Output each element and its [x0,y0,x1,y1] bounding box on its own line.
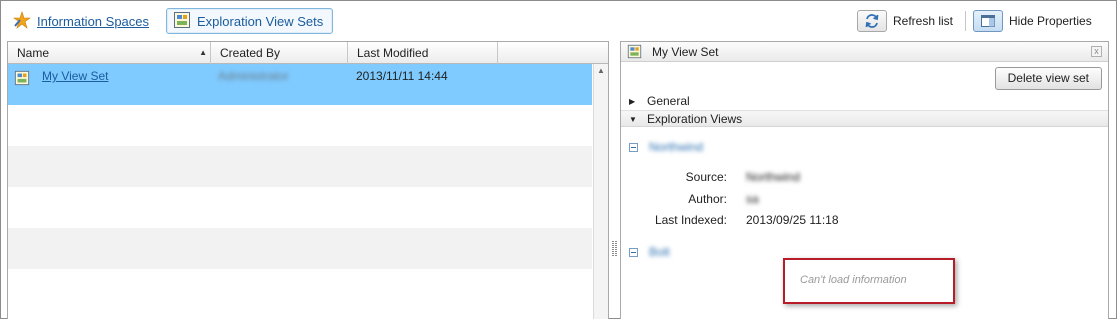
author-value: sa [746,192,759,206]
information-spaces-label[interactable]: Information Spaces [37,14,149,29]
table-row[interactable]: My View Set Administrator 2013/11/11 14:… [8,64,592,105]
minus-box-icon[interactable] [629,248,638,257]
scroll-up-icon[interactable]: ▲ [597,66,605,75]
refresh-list-button[interactable]: Refresh list [857,9,953,33]
last-modified-cell: 2013/11/11 14:44 [356,69,448,83]
exploration-view-sets-label: Exploration View Sets [197,13,324,29]
exploration-views-section-label: Exploration Views [647,112,743,126]
view-set-icon [14,70,30,89]
table-row [8,228,592,269]
view-set-name-link[interactable]: My View Set [42,69,108,83]
exploration-views-section-toggle[interactable]: ▼ Exploration Views [621,110,1108,127]
source-label: Source: [685,170,727,184]
column-header-name[interactable]: Name ▲ [8,42,211,64]
column-header-last-modified[interactable]: Last Modified [348,42,498,64]
refresh-icon[interactable] [857,10,887,32]
last-indexed-value: 2013/09/25 11:18 [746,213,839,227]
window-frame: Information Spaces Exploration View Sets [0,0,1117,319]
exploration-view-sets-tab[interactable]: Exploration View Sets [166,8,334,34]
table-row [8,269,592,310]
expand-icon: ▶ [629,97,636,106]
view-set-icon [627,44,642,62]
list-header: Name ▲ Created By Last Modified [8,42,608,64]
collapse-icon: ▼ [629,115,637,124]
table-row [8,146,592,187]
column-header-created-by[interactable]: Created By [211,42,348,64]
created-by-cell: Administrator [218,69,289,83]
author-label: Author: [688,192,727,206]
information-spaces-link[interactable]: Information Spaces [13,9,149,33]
exploration-view-name[interactable]: Bolt [649,245,670,259]
list-scrollbar[interactable]: ▲ [593,64,608,319]
column-header-label: Name [17,46,50,60]
source-value: Northwind [746,170,801,184]
general-section-label: General [647,94,690,108]
table-row [8,105,592,146]
table-row [8,187,592,228]
view-set-list: Name ▲ Created By Last Modified My View … [7,41,609,319]
properties-title: My View Set [652,45,719,59]
properties-header: My View Set x [621,42,1108,62]
pane-splitter-handle[interactable] [612,241,618,257]
refresh-list-label[interactable]: Refresh list [893,14,953,28]
hide-properties-label[interactable]: Hide Properties [1009,14,1092,28]
column-header-label: Last Modified [357,46,429,60]
column-header-label: Created By [220,46,281,60]
exploration-view-name[interactable]: Northwind [649,140,703,154]
last-indexed-label: Last Indexed: [654,213,727,227]
error-message: Can't load information [800,274,907,286]
minus-box-icon[interactable] [629,143,638,152]
general-section-toggle[interactable]: ▶ General [621,93,1108,110]
view-set-icon [173,11,191,32]
hide-properties-button[interactable]: Hide Properties [973,9,1092,33]
properties-panel-icon[interactable] [973,10,1003,32]
delete-view-set-button[interactable]: Delete view set [994,67,1102,90]
top-toolbar: Information Spaces Exploration View Sets [1,1,1116,39]
sort-ascending-icon: ▲ [199,48,207,57]
error-message-box: Can't load information [783,258,955,304]
close-icon[interactable]: x [1091,46,1102,57]
star-icon [13,10,31,32]
toolbar-divider [965,11,966,31]
